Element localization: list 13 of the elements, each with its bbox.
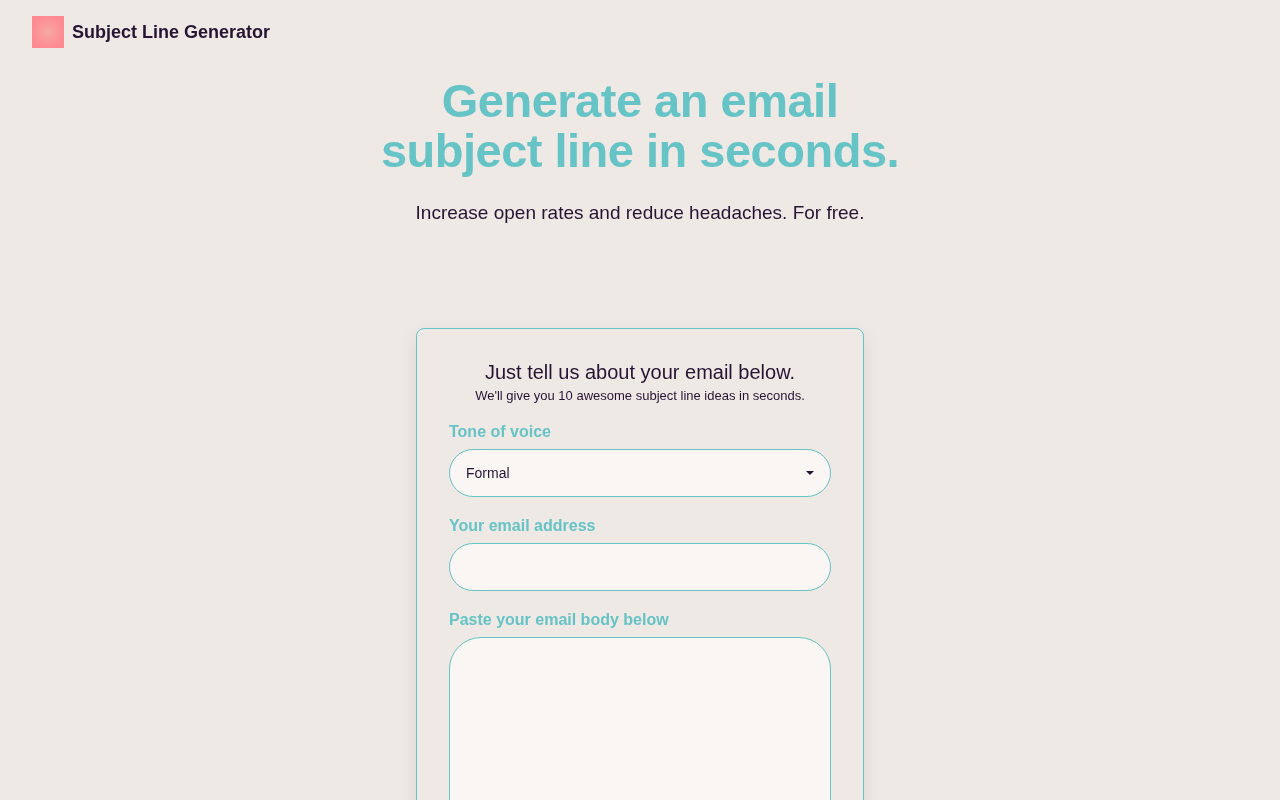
field-label: Tone of voice — [449, 423, 552, 441]
form-title: Just tell us about your email below. — [483, 361, 797, 384]
headline: subject line in seconds. — [380, 126, 900, 176]
field-label: Paste your email body below — [449, 611, 670, 629]
tone-dropdown[interactable]: Formal — [449, 449, 831, 497]
site-title: Subject Line Generator — [72, 21, 271, 43]
caret-icon — [806, 471, 814, 475]
email-input[interactable] — [449, 543, 831, 591]
headline: Generate an email — [441, 76, 839, 126]
logo-icon — [32, 16, 64, 48]
field-label: Your email address — [449, 517, 597, 535]
form-subtitle: We'll give you 10 awesome subject line ideas in seconds. — [474, 388, 806, 403]
subtitle: Increase open rates and reduce headaches. For free. — [414, 202, 866, 224]
